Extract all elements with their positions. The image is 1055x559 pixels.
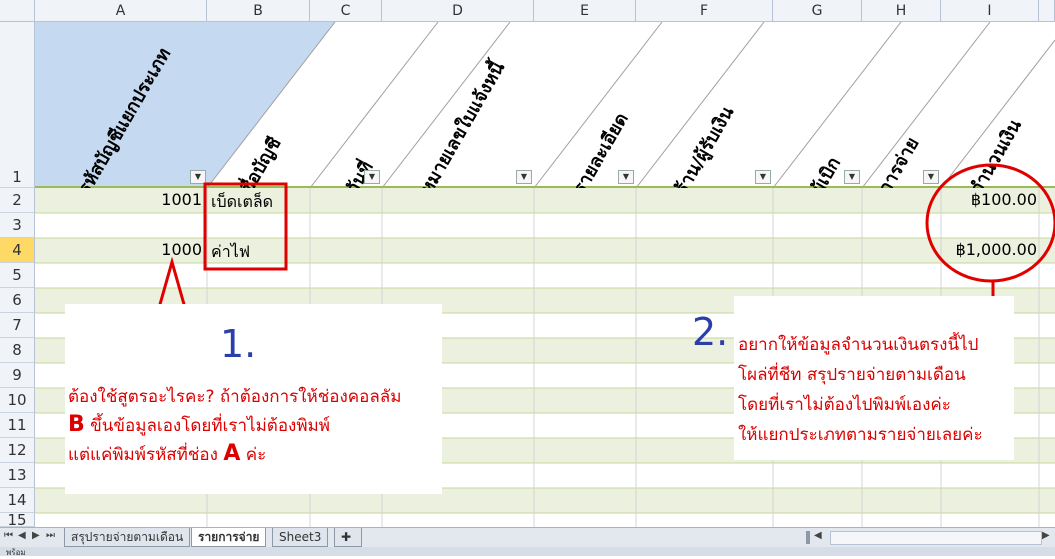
column-header-f[interactable]: F [636,0,773,22]
note2-number: 2. [692,310,729,354]
filter-button-d[interactable]: ▼ [516,170,532,184]
tab-split-handle[interactable] [806,531,810,544]
tab-nav-prev-icon[interactable]: ◀ [18,530,26,541]
filter-button-c[interactable]: ▼ [364,170,380,184]
row-header-7[interactable]: 7 [0,313,35,338]
column-header-h[interactable]: H [862,0,941,22]
note1-number: 1. [220,322,257,366]
note1-line3-text: แต่แค่พิมพ์รหัสที่ช่อง [68,445,224,465]
tab-nav-next-icon[interactable]: ▶ [32,530,40,541]
sheet-tab-bar: ⏮ ◀ ▶ ⏭ สรุปรายจ่ายตามเดือน รายการจ่าย S… [0,527,1055,548]
row-header-11[interactable]: 11 [0,413,35,438]
filter-button-g[interactable]: ▼ [844,170,860,184]
row-header-13[interactable]: 13 [0,463,35,488]
note2-line2: โผล่ที่ชีท สรุปรายจ่ายตามเดือน [738,365,966,385]
status-text: พร้อม [6,548,26,557]
column-header-d[interactable]: D [382,0,534,22]
row-header-14[interactable]: 14 [0,488,35,513]
note1-line3-end: ค่ะ [240,445,267,465]
note1-text: ต้องใช้สูตรอะไรคะ? ถ้าต้องการให้ช่องคอลล… [68,384,401,469]
tab-nav-last-icon[interactable]: ⏭ [46,530,55,541]
row-header-12[interactable]: 12 [0,438,35,463]
filter-button-h[interactable]: ▼ [923,170,939,184]
note2-line3: โดยที่เราไม่ต้องไปพิมพ์เองค่ะ [738,395,951,415]
insert-sheet-icon[interactable]: ✚ [334,528,362,547]
horizontal-scroll-right-icon[interactable]: ▶ [1042,530,1050,541]
cell-b4-name[interactable]: ค่าไฟ [211,240,250,265]
row-header-5[interactable]: 5 [0,263,35,288]
cell-i2-amount[interactable]: ฿100.00 [945,190,1037,209]
column-header-i[interactable]: I [941,0,1039,22]
tab-nav-first-icon[interactable]: ⏮ [4,530,13,541]
row-header-8[interactable]: 8 [0,338,35,363]
tab-expense-list[interactable]: รายการจ่าย [191,528,267,547]
cell-a4-code[interactable]: 1000 [150,240,202,259]
column-header-a[interactable]: A [35,0,207,22]
column-header-j[interactable] [1039,0,1055,22]
row-header-10[interactable]: 10 [0,388,35,413]
column-header-b[interactable]: B [207,0,310,22]
tab-monthly-summary[interactable]: สรุปรายจ่ายตามเดือน [64,528,191,547]
cell-a2-code[interactable]: 1001 [150,190,202,209]
filter-button-f[interactable]: ▼ [755,170,771,184]
note2-text: อยากให้ข้อมูลจำนวนเงินตรงนี้ไป โผล่ที่ชี… [738,330,983,450]
status-bar: พร้อม [0,547,1055,557]
note2-line1: อยากให้ข้อมูลจำนวนเงินตรงนี้ไป [738,335,979,355]
row-header-1[interactable]: 1 [0,22,35,188]
row-header-15[interactable]: 15 [0,513,35,528]
column-header-g[interactable]: G [773,0,862,22]
column-header-c[interactable]: C [310,0,382,22]
note1-letter-a: A [223,441,241,466]
row-header-9[interactable]: 9 [0,363,35,388]
note1-line3: แต่แค่พิมพ์รหัสที่ช่อง A ค่ะ [68,440,401,469]
horizontal-scrollbar[interactable] [830,531,1042,545]
horizontal-scroll-left-icon[interactable]: ◀ [814,530,822,541]
column-header-e[interactable]: E [534,0,636,22]
row-header-3[interactable]: 3 [0,213,35,238]
filter-button-e[interactable]: ▼ [618,170,634,184]
tab-sheet3[interactable]: Sheet3 [272,528,329,547]
note1-line1: ต้องใช้สูตรอะไรคะ? ถ้าต้องการให้ช่องคอลล… [68,387,402,407]
filter-button-a[interactable]: ▼ [190,170,206,184]
cell-b2-name[interactable]: เบ็ดเตล็ด [211,190,273,215]
note1-line2-text: ขึ้นข้อมูลเองโดยที่เราไม่ต้องพิมพ์ [84,416,330,436]
row-header-6[interactable]: 6 [0,288,35,313]
header-fill-a [35,22,335,188]
note2-line4: ให้แยกประเภทตามรายจ่ายเลยค่ะ [738,425,983,445]
row-header-2[interactable]: 2 [0,188,35,213]
note1-line2: B ขึ้นข้อมูลเองโดยที่เราไม่ต้องพิมพ์ [68,411,401,440]
note1-letter-b: B [68,412,85,437]
select-all-corner[interactable] [0,0,35,22]
cell-i4-amount[interactable]: ฿1,000.00 [945,240,1037,259]
row-header-4[interactable]: 4 [0,238,35,263]
